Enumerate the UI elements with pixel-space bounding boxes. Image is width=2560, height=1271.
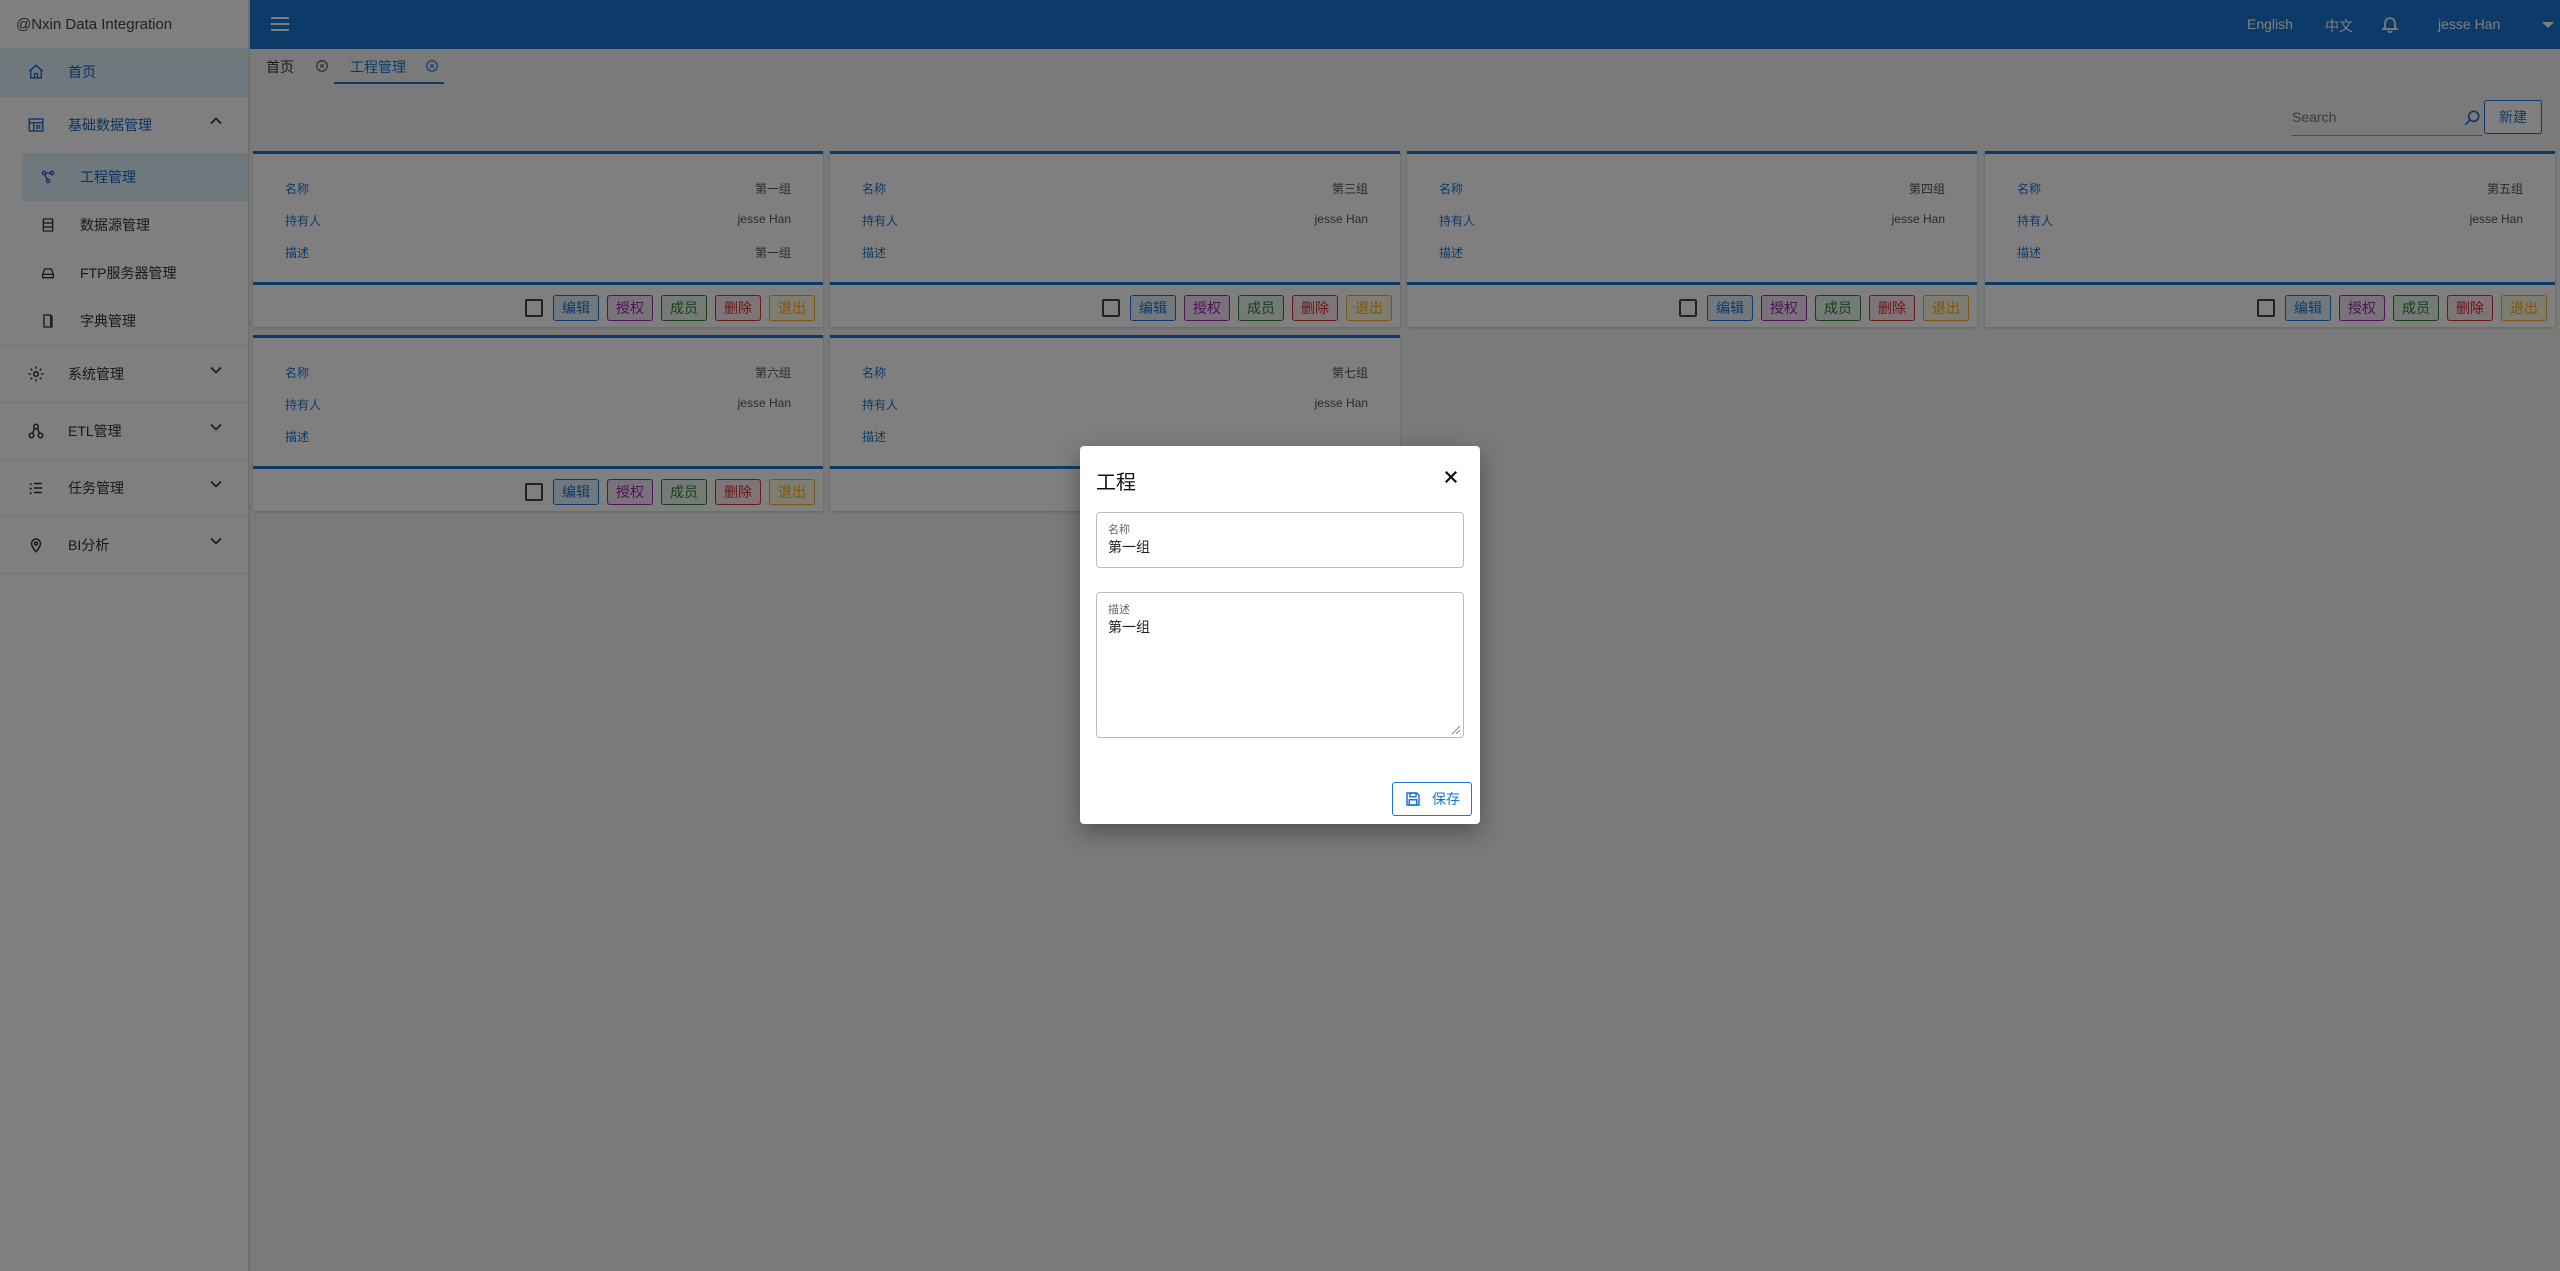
save-icon: [1406, 792, 1420, 806]
close-icon[interactable]: [1442, 468, 1460, 486]
save-button[interactable]: 保存: [1392, 782, 1472, 816]
dialog-title: 工程: [1096, 472, 1136, 494]
name-field-value: 第一组: [1108, 539, 1150, 555]
save-button-label: 保存: [1432, 791, 1460, 807]
description-field[interactable]: 描述 第一组: [1096, 592, 1464, 738]
description-field-label: 描述: [1108, 604, 1130, 616]
project-dialog: 工程 名称 第一组 描述 第一组 保存: [1080, 446, 1480, 824]
resize-handle-icon[interactable]: [1450, 724, 1460, 734]
name-field-label: 名称: [1108, 524, 1130, 536]
name-field[interactable]: 名称 第一组: [1096, 512, 1464, 568]
description-field-value: 第一组: [1108, 619, 1150, 635]
